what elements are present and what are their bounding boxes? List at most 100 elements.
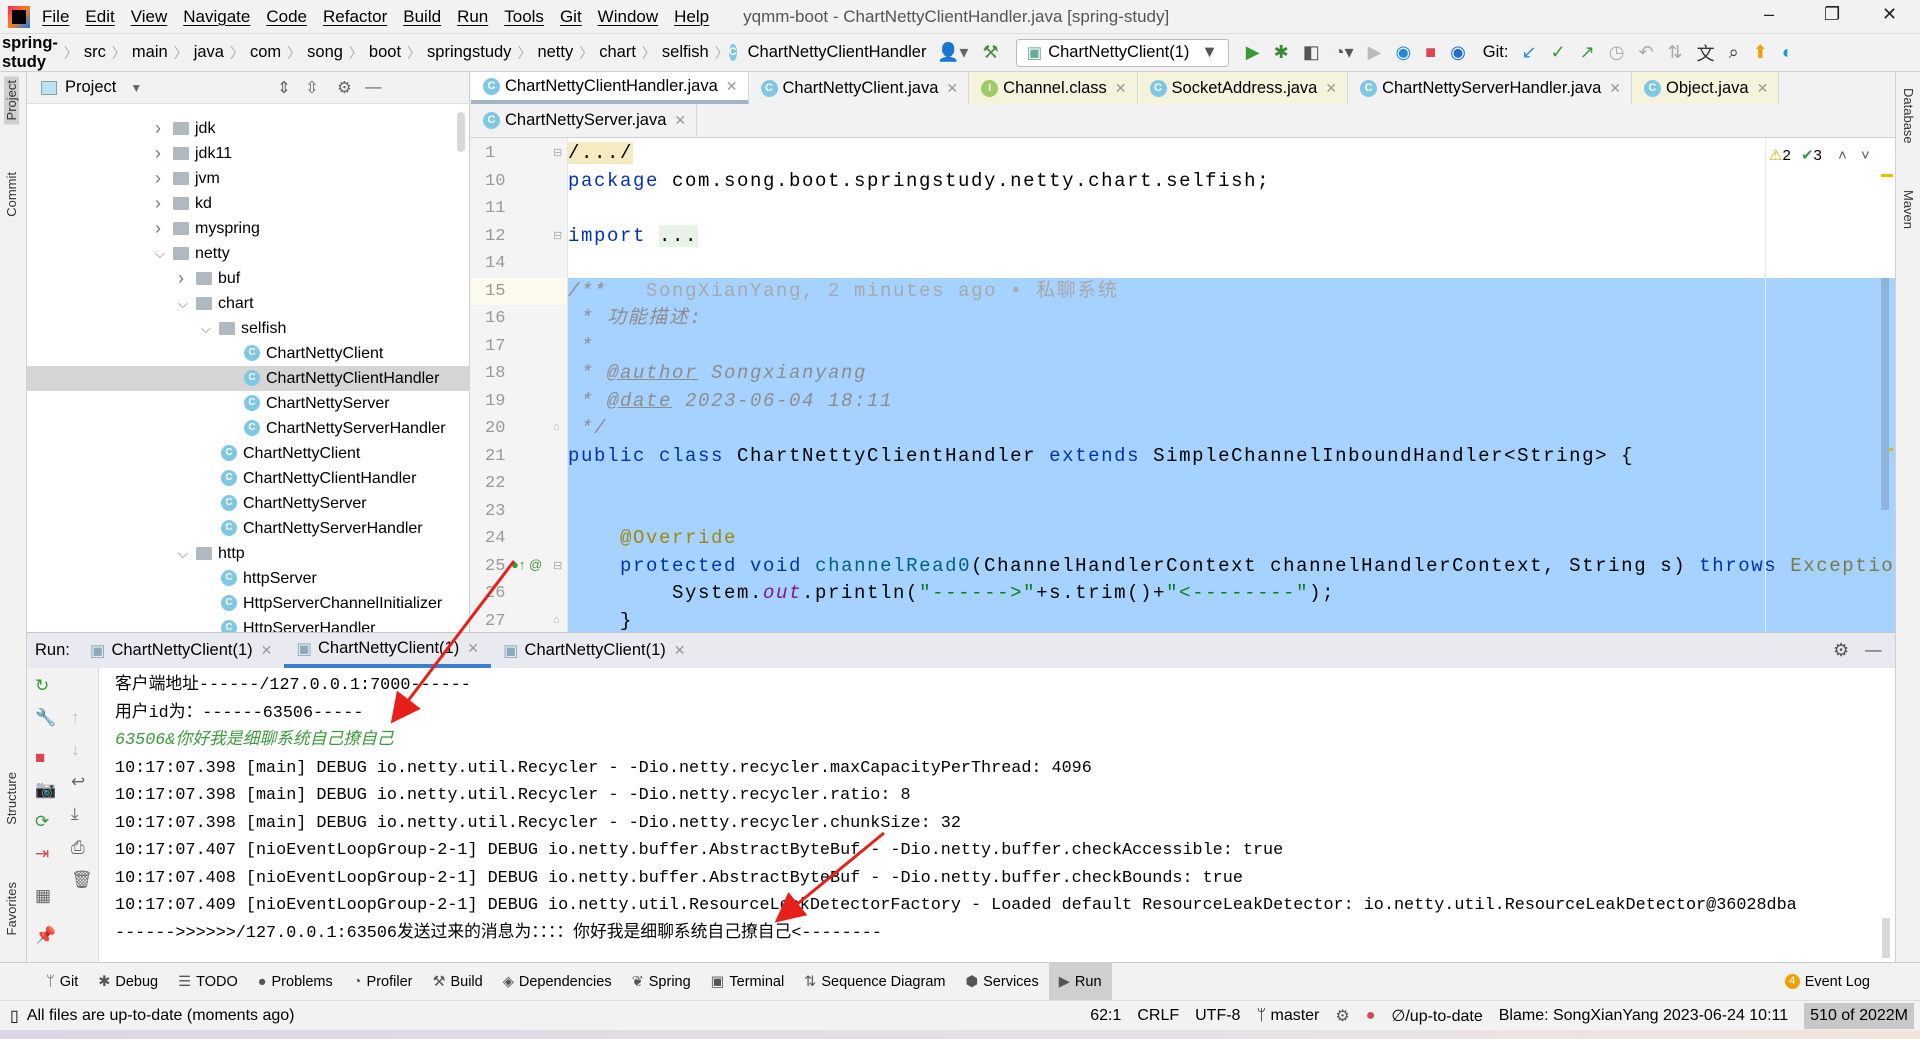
breadcrumb-item[interactable]: chart bbox=[599, 43, 636, 62]
menu-help[interactable]: Help bbox=[674, 7, 709, 27]
tree-item[interactable]: C ChartNettyClientHandler bbox=[27, 366, 470, 391]
previous-highlight-icon[interactable]: ˄ bbox=[1838, 147, 1847, 164]
coverage-icon[interactable]: ◧ bbox=[1303, 42, 1320, 63]
code-content[interactable] bbox=[568, 250, 1895, 278]
run-icon[interactable]: ▶ bbox=[1246, 42, 1260, 63]
code-content[interactable]: } bbox=[568, 607, 1895, 632]
breadcrumb-item[interactable]: src bbox=[84, 43, 106, 62]
editor-tab[interactable]: C SocketAddress.java ✕ bbox=[1137, 72, 1349, 104]
line-number[interactable]: 11 bbox=[485, 195, 505, 223]
database-tool-button[interactable]: Database bbox=[1901, 88, 1916, 144]
breadcrumb-item[interactable]: com bbox=[250, 43, 281, 62]
breadcrumb-item[interactable]: main bbox=[132, 43, 168, 62]
trash-icon[interactable]: 🗑 bbox=[71, 870, 93, 890]
rerun-icon[interactable]: ↻ bbox=[35, 676, 49, 696]
breadcrumb-item[interactable]: boot bbox=[369, 43, 401, 62]
close-tab-icon[interactable]: ✕ bbox=[674, 112, 686, 129]
tool-window-profiler[interactable]: ◔ Profiler bbox=[343, 963, 423, 1000]
code-content[interactable]: public class ChartNettyClientHandler ext… bbox=[568, 442, 1895, 470]
error-icon[interactable]: ● bbox=[1366, 1007, 1376, 1025]
minimize-button[interactable]: – bbox=[1764, 4, 1774, 25]
tool-window-sequence-diagram[interactable]: ⇅ Sequence Diagram bbox=[794, 963, 955, 1000]
menu-refactor[interactable]: Refactor bbox=[323, 7, 387, 27]
breadcrumb-item[interactable]: selfish bbox=[662, 43, 709, 62]
line-number[interactable]: 1 bbox=[485, 140, 495, 168]
chevron-down-icon[interactable]: ⌵ bbox=[178, 291, 188, 316]
profiler-icon[interactable]: ◔▾ bbox=[1334, 42, 1354, 63]
line-number[interactable]: 22 bbox=[485, 470, 505, 498]
chevron-right-icon[interactable]: › bbox=[155, 166, 161, 191]
tree-item[interactable]: ⌵ chart bbox=[27, 291, 470, 316]
exit-icon[interactable]: ⇥ bbox=[35, 844, 49, 864]
translate-icon[interactable]: 文 bbox=[1697, 40, 1715, 66]
git-push-icon[interactable]: ↗ bbox=[1580, 42, 1595, 63]
editor-tab[interactable]: C ChartNettyServerHandler.java ✕ bbox=[1348, 72, 1633, 104]
editor-tab[interactable]: I Channel.class ✕ bbox=[969, 72, 1138, 104]
soft-wrap-icon[interactable]: ↩ bbox=[71, 772, 85, 792]
collapse-all-icon[interactable]: ⇳ bbox=[305, 78, 319, 98]
close-tab-icon[interactable]: ✕ bbox=[1609, 80, 1621, 97]
resume-icon[interactable]: ▶ bbox=[1368, 42, 1382, 63]
gear-icon[interactable]: ⚙ bbox=[1833, 640, 1849, 661]
chevron-down-icon[interactable]: ⌵ bbox=[178, 541, 188, 566]
tool-window-git[interactable]: ᛘ Git bbox=[36, 963, 88, 1000]
tool-window-problems[interactable]: ● Problems bbox=[248, 963, 343, 1000]
build-hammer-icon[interactable]: ⚒ bbox=[982, 42, 998, 63]
chevron-right-icon[interactable]: › bbox=[155, 116, 161, 141]
line-number[interactable]: 19 bbox=[485, 388, 505, 416]
tool-window-dependencies[interactable]: ◈ Dependencies bbox=[493, 963, 622, 1000]
chevron-down-icon[interactable]: ▼ bbox=[130, 81, 142, 95]
up-arrow-icon[interactable]: ↑ bbox=[71, 708, 80, 728]
tool-window-run[interactable]: ▶ Run bbox=[1048, 963, 1112, 1000]
services-icon[interactable]: ◉ bbox=[1450, 42, 1466, 63]
line-number[interactable]: 24 bbox=[485, 525, 505, 553]
line-number[interactable]: 15 bbox=[485, 278, 505, 306]
tree-item[interactable]: › jvm bbox=[27, 166, 470, 191]
editor-scrollbar[interactable] bbox=[1881, 278, 1889, 510]
editor-tab[interactable]: C ChartNettyClientHandler.java ✕ bbox=[471, 72, 749, 104]
menu-window[interactable]: Window bbox=[598, 7, 658, 27]
tree-item[interactable]: › buf bbox=[27, 266, 470, 291]
tool-window-todo[interactable]: ☰ TODO bbox=[168, 963, 248, 1000]
memory-indicator[interactable]: 510 of 2022M bbox=[1804, 1002, 1914, 1029]
tool-window-build[interactable]: ⚒ Build bbox=[422, 963, 492, 1000]
user-icon[interactable]: 👤▾ bbox=[937, 42, 968, 63]
close-tab-icon[interactable]: ✕ bbox=[1757, 80, 1769, 97]
line-separator[interactable]: CRLF bbox=[1137, 1007, 1179, 1025]
close-tab-icon[interactable]: ✕ bbox=[467, 640, 479, 657]
breadcrumb-item[interactable]: java bbox=[194, 43, 224, 62]
code-content[interactable]: System.out.println("------>"+s.trim()+"<… bbox=[568, 580, 1895, 608]
search-icon[interactable]: ⌕ bbox=[1729, 42, 1739, 63]
tool-window-debug[interactable]: ✱ Debug bbox=[88, 963, 168, 1000]
tree-item[interactable]: C ChartNettyClient bbox=[27, 341, 470, 366]
maximize-button[interactable]: ❐ bbox=[1824, 4, 1840, 25]
tree-item[interactable]: › kd bbox=[27, 191, 470, 216]
update-icon[interactable]: ⬆ bbox=[1753, 42, 1768, 63]
warning-stripe[interactable] bbox=[1881, 174, 1893, 177]
stop-icon[interactable]: ■ bbox=[1425, 42, 1436, 63]
close-tab-icon[interactable]: ✕ bbox=[261, 642, 273, 659]
code-content[interactable]: /** SongXianYang, 2 minutes ago • 私聊系统 bbox=[568, 277, 1895, 305]
console-output[interactable]: ↻ 🔧 ■ 📷 ⟳ ⇥ ▦ 📌 ↑ ↓ ↩ ⤓ ⎙ 🗑 客户端地址------/… bbox=[27, 668, 1895, 962]
close-tab-icon[interactable]: ✕ bbox=[1325, 80, 1337, 97]
git-commit-icon[interactable]: ✓ bbox=[1551, 42, 1566, 63]
rollback-icon[interactable]: ↶ bbox=[1638, 42, 1653, 63]
editor-tab[interactable]: C Object.java ✕ bbox=[1632, 72, 1780, 104]
restore-layout-icon[interactable]: ⟳ bbox=[35, 812, 49, 832]
hide-panel-icon[interactable]: — bbox=[1865, 641, 1882, 660]
commit-tool-button[interactable]: Commit bbox=[4, 172, 19, 217]
vcs-status[interactable]: ∅/up-to-date bbox=[1391, 1006, 1482, 1026]
line-number[interactable]: 26 bbox=[485, 580, 505, 608]
code-content[interactable]: */ bbox=[568, 415, 1895, 443]
code-content[interactable]: * @author Songxianyang bbox=[568, 360, 1895, 388]
breadcrumb-item[interactable]: song bbox=[307, 43, 343, 62]
close-button[interactable]: ✕ bbox=[1882, 4, 1897, 25]
tree-item[interactable]: › jdk bbox=[27, 116, 470, 141]
line-number[interactable]: 20 bbox=[485, 415, 505, 443]
code-content[interactable] bbox=[568, 195, 1895, 223]
tree-item[interactable]: C ChartNettyClient bbox=[27, 441, 470, 466]
menu-run[interactable]: Run bbox=[457, 7, 488, 27]
tool-window-services[interactable]: ⬢ Services bbox=[955, 963, 1048, 1000]
code-editor[interactable]: ⊟⊟⊟⌂⊟⌂●↑ @ 1/.../10package com.song.boot… bbox=[471, 138, 1895, 632]
menu-git[interactable]: Git bbox=[560, 7, 582, 27]
